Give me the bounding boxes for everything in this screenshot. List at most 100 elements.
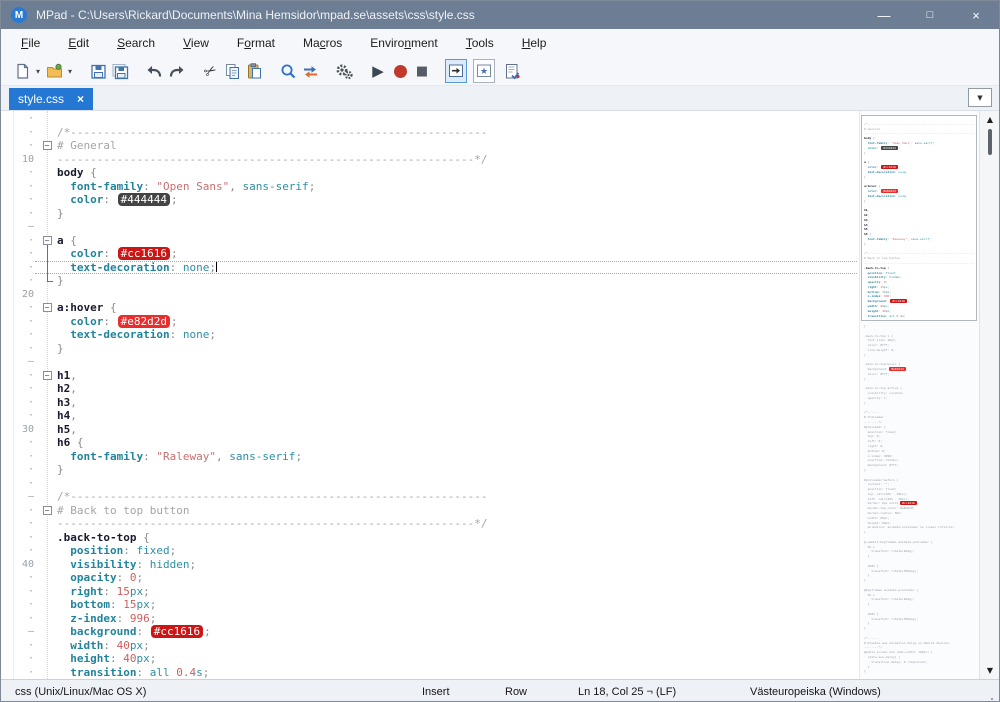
menu-view[interactable]: View bbox=[169, 31, 223, 55]
toggle-panel-button[interactable] bbox=[445, 59, 467, 83]
code-line-20[interactable]: 20 bbox=[1, 288, 857, 302]
line-number: – bbox=[27, 491, 34, 502]
validate-document-button[interactable] bbox=[501, 59, 523, 83]
code-line-17[interactable]: · color: #cc1616; bbox=[1, 247, 857, 261]
code-line-40[interactable]: 40 visibility: hidden; bbox=[1, 558, 857, 572]
code-line-25[interactable]: – bbox=[1, 355, 857, 369]
record-icon bbox=[393, 64, 407, 78]
copy-button[interactable] bbox=[221, 59, 243, 83]
code-line-38[interactable]: · .back-to-top { bbox=[1, 531, 857, 545]
menu-environment[interactable]: Environment bbox=[356, 31, 451, 55]
window-title: MPad - C:\Users\Rickard\Documents\Mina H… bbox=[36, 8, 475, 22]
menu-tools[interactable]: Tools bbox=[452, 31, 508, 55]
paste-button[interactable] bbox=[243, 59, 265, 83]
menu-macros[interactable]: Macros bbox=[289, 31, 356, 55]
code-line-12[interactable]: · font-family: "Open Sans", sans-serif; bbox=[1, 180, 857, 194]
code-line-37[interactable]: · ---------------------------------------… bbox=[1, 517, 857, 531]
code-line-14[interactable]: ·} bbox=[1, 207, 857, 221]
code-line-34[interactable]: · bbox=[1, 477, 857, 491]
fold-toggle-icon[interactable]: − bbox=[42, 141, 52, 150]
code-line-19[interactable]: ·} bbox=[1, 274, 857, 288]
editor-vscrollbar[interactable]: ▲ ▼ bbox=[979, 111, 999, 679]
line-number: · bbox=[27, 666, 34, 678]
cut-button[interactable]: ✂ bbox=[199, 59, 221, 83]
new-file-button[interactable] bbox=[11, 59, 33, 83]
minimize-button[interactable]: — bbox=[861, 1, 907, 29]
code-line-44[interactable]: · z-index: 996; bbox=[1, 612, 857, 626]
menu-format[interactable]: Format bbox=[223, 31, 289, 55]
minimap-viewport[interactable]: /*--------------------------------------… bbox=[861, 115, 977, 321]
code-line-46[interactable]: · width: 40px; bbox=[1, 639, 857, 653]
settings-gears-button[interactable] bbox=[333, 59, 355, 83]
code-text: right: 15px; bbox=[57, 584, 150, 598]
maximize-button[interactable]: □ bbox=[907, 1, 953, 29]
fold-toggle-icon[interactable]: − bbox=[42, 505, 52, 515]
code-line-13[interactable]: · color: #444444; bbox=[1, 193, 857, 207]
open-file-button[interactable] bbox=[43, 59, 65, 83]
code-line-23[interactable]: · text-decoration: none; bbox=[1, 328, 857, 342]
code-line-26[interactable]: · − h1, bbox=[1, 369, 857, 383]
menu-help[interactable]: Help bbox=[508, 31, 561, 55]
redo-button[interactable] bbox=[165, 59, 187, 83]
fold-toggle-icon[interactable]: − bbox=[42, 303, 52, 312]
code-line-11[interactable]: · body { bbox=[1, 166, 857, 180]
menu-edit[interactable]: Edit bbox=[54, 31, 103, 55]
scissors-icon: ✂ bbox=[200, 60, 220, 82]
tab-close-icon[interactable]: × bbox=[77, 92, 84, 106]
scrollbar-thumb[interactable] bbox=[988, 129, 992, 155]
menu-search[interactable]: Search bbox=[103, 31, 169, 55]
code-line-43[interactable]: · bottom: 15px; bbox=[1, 598, 857, 612]
tab-list-dropdown[interactable]: ▼ bbox=[968, 88, 992, 107]
line-number: · bbox=[27, 464, 34, 475]
code-text: background: #cc1616; bbox=[57, 625, 211, 638]
code-line-9[interactable]: · − # General bbox=[1, 139, 857, 153]
code-line-35[interactable]: – /*-------------------------------------… bbox=[1, 490, 857, 504]
code-line-39[interactable]: · position: fixed; bbox=[1, 544, 857, 558]
close-button[interactable]: × bbox=[953, 1, 999, 29]
minimap[interactable]: /*--------------------------------------… bbox=[859, 111, 979, 679]
replace-button[interactable] bbox=[299, 59, 321, 83]
stop-button[interactable]: ■ bbox=[411, 59, 433, 83]
undo-button[interactable] bbox=[143, 59, 165, 83]
code-line-31[interactable]: · h6 { bbox=[1, 436, 857, 450]
code-line-7[interactable]: · bbox=[1, 112, 857, 126]
fold-toggle-icon[interactable]: − bbox=[42, 235, 52, 245]
line-number: · bbox=[27, 140, 34, 151]
code-editor[interactable]: · · /*------------------------------------… bbox=[1, 111, 857, 679]
code-line-36[interactable]: · − # Back to top button bbox=[1, 504, 857, 518]
fold-column bbox=[34, 382, 57, 396]
new-file-dropdown-icon[interactable]: ▾ bbox=[33, 67, 43, 76]
code-line-22[interactable]: · color: #e82d2d; bbox=[1, 314, 857, 329]
save-button[interactable] bbox=[87, 59, 109, 83]
run-button[interactable]: ▶ bbox=[367, 59, 389, 83]
code-line-8[interactable]: · /*-------------------------------------… bbox=[1, 126, 857, 140]
tab-style-css[interactable]: style.css × bbox=[9, 88, 94, 110]
scroll-down-icon[interactable]: ▼ bbox=[980, 666, 999, 675]
code-line-48[interactable]: · transition: all 0.4s; bbox=[1, 666, 857, 680]
search-button[interactable] bbox=[277, 59, 299, 83]
open-file-dropdown-icon[interactable]: ▾ bbox=[65, 67, 75, 76]
code-line-42[interactable]: · right: 15px; bbox=[1, 585, 857, 599]
resize-grip[interactable] bbox=[991, 698, 993, 700]
code-line-30[interactable]: 30 h5, bbox=[1, 423, 857, 437]
bookmarks-panel-button[interactable]: ★ bbox=[473, 59, 495, 83]
code-line-27[interactable]: · h2, bbox=[1, 382, 857, 396]
code-line-24[interactable]: ·} bbox=[1, 342, 857, 356]
code-line-45[interactable]: – background: #cc1616; bbox=[1, 625, 857, 639]
code-line-32[interactable]: · font-family: "Raleway", sans-serif; bbox=[1, 450, 857, 464]
code-line-21[interactable]: · − a:hover { bbox=[1, 301, 857, 315]
code-line-18[interactable]: · text-decoration: none; bbox=[1, 260, 857, 274]
scroll-up-icon[interactable]: ▲ bbox=[980, 115, 999, 124]
code-line-41[interactable]: · opacity: 0; bbox=[1, 571, 857, 585]
save-all-button[interactable] bbox=[109, 59, 131, 83]
code-line-28[interactable]: · h3, bbox=[1, 396, 857, 410]
menu-file[interactable]: File bbox=[7, 31, 54, 55]
code-line-15[interactable]: – bbox=[1, 220, 857, 234]
code-line-33[interactable]: ·} bbox=[1, 463, 857, 477]
code-line-47[interactable]: · height: 40px; bbox=[1, 652, 857, 666]
code-line-29[interactable]: · h4, bbox=[1, 409, 857, 423]
record-macro-button[interactable] bbox=[389, 59, 411, 83]
code-line-10[interactable]: 10 --------------------------------------… bbox=[1, 153, 857, 167]
fold-toggle-icon[interactable]: − bbox=[42, 370, 52, 380]
code-line-16[interactable]: · − a { bbox=[1, 234, 857, 247]
